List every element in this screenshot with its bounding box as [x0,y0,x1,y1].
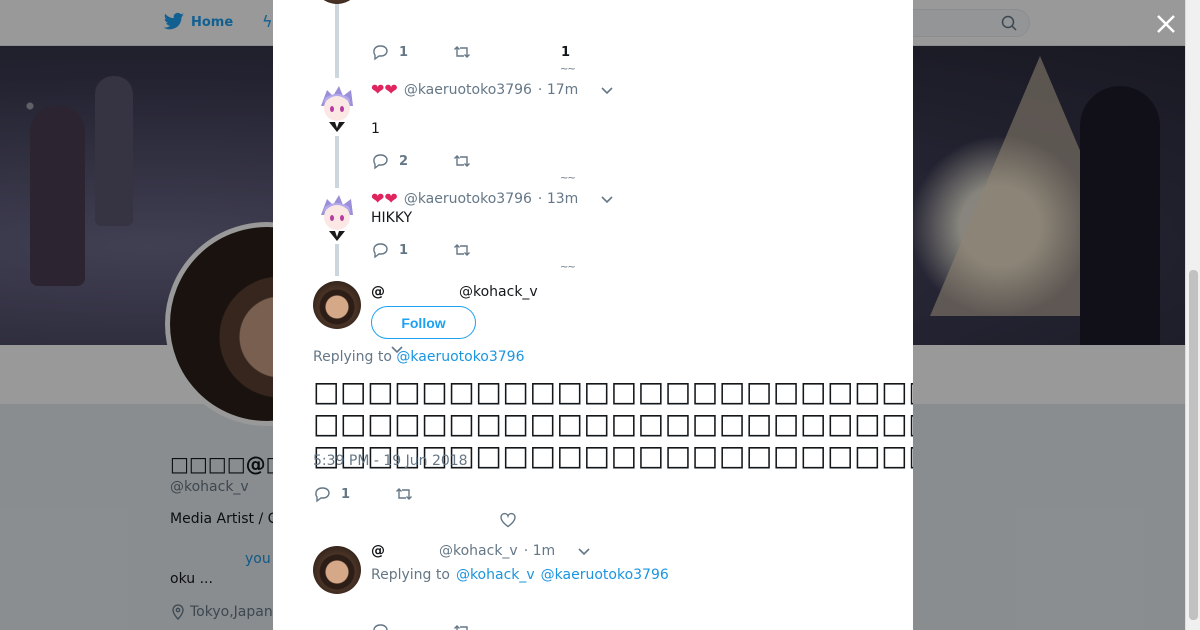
thread-line [335,0,339,78]
close-icon [1157,15,1175,33]
like-squiggle: ~~ [560,64,576,75]
replying-prefix: Replying to [313,349,397,365]
retweet-icon [454,155,470,167]
tweet-time[interactable]: · 13m [538,191,578,207]
tweet-actions [371,622,771,630]
tweet-handle[interactable]: @kohack_v [439,543,518,559]
chevron-down-icon[interactable] [600,83,614,97]
reply-action[interactable]: 1 [371,241,408,259]
display-name[interactable]: @ [371,543,433,559]
reply-icon [373,243,388,259]
retweet-action[interactable] [395,485,413,503]
replying-to-link[interactable]: @kaeruotoko3796 [396,349,524,365]
thread-line [335,136,339,188]
replying-prefix: Replying to [371,567,450,583]
tweet-time[interactable]: · 17m [538,82,578,98]
tweet-modal: 1 1 ~~ ❤❤ @kaeruotoko3796 · 17m 1 2 ~~ ❤… [273,0,913,630]
tweet-time[interactable]: · 1m [524,543,555,559]
replying-to: Replying to @kohack_v @kaeruotoko3796 [371,567,669,583]
tweet-actions: 2 [371,152,771,172]
reply-count: 1 [399,44,409,60]
tweet-header: @ @kohack_v [371,284,538,300]
reply-action[interactable]: 1 [313,485,350,503]
reply-action[interactable]: 1 [371,43,408,61]
scrollbar[interactable] [1185,0,1200,630]
scrollbar-thumb[interactable] [1189,270,1198,620]
avatar[interactable] [313,546,361,594]
avatar[interactable] [313,193,361,241]
display-name[interactable]: @ [371,284,453,300]
reply-count: 2 [399,153,409,169]
close-button[interactable] [1150,8,1182,40]
avatar[interactable] [313,84,361,132]
tweet-header: ❤❤ @kaeruotoko3796 · 13m [371,189,614,208]
avatar[interactable] [313,281,361,329]
reply-action[interactable]: 2 [371,152,408,170]
display-name[interactable]: ❤❤ [371,80,398,99]
tweet-header: ❤❤ @kaeruotoko3796 · 17m [371,80,614,99]
like-heart-icon[interactable] [499,511,517,529]
avatar[interactable] [313,0,361,4]
chevron-down-icon[interactable] [577,544,591,558]
retweet-action[interactable] [453,241,471,259]
replying-to-link[interactable]: @kohack_v [456,567,535,583]
retweet-action[interactable] [453,622,471,630]
tweet-text: 1 [371,121,380,137]
retweet-icon [396,488,412,500]
replying-to-link[interactable]: @kaeruotoko3796 [541,567,669,583]
tweet-actions: 1 [371,241,771,261]
tweet-header: @ @kohack_v · 1m [371,543,591,559]
replying-to: Replying to @kaeruotoko3796 [313,349,525,365]
retweet-icon [454,625,468,630]
reply-count: 1 [399,242,409,258]
reply-action[interactable] [371,622,389,630]
tweet-handle[interactable]: @kohack_v [459,284,538,300]
tweet-handle[interactable]: @kaeruotoko3796 [404,191,532,207]
retweet-action[interactable] [453,152,471,170]
thread-line [335,244,339,276]
reply-icon [373,624,388,630]
tweet-timestamp[interactable]: 5:39 PM - 19 Jun 2018 [313,453,468,469]
like-squiggle: ~~ [560,173,576,184]
tweet-actions: 1 1 [371,43,771,63]
tweet-handle[interactable]: @kaeruotoko3796 [404,82,532,98]
reply-icon [315,487,330,503]
retweet-icon [454,244,470,256]
retweet-action[interactable] [453,43,471,61]
anime-avatar-icon [321,86,353,132]
anime-avatar-icon [321,195,353,241]
chevron-down-icon[interactable] [600,192,614,206]
like-squiggle: ~~ [560,262,576,273]
like-count: 1 [561,45,571,60]
follow-button[interactable]: Follow [371,306,476,339]
reply-count: 1 [341,486,351,502]
display-name[interactable]: ❤❤ [371,189,398,208]
retweet-icon [454,46,470,58]
reply-icon [373,45,388,61]
tweet-actions: 1 [313,485,713,505]
tweet-text: HIKKY [371,210,413,226]
reply-icon [373,154,388,170]
